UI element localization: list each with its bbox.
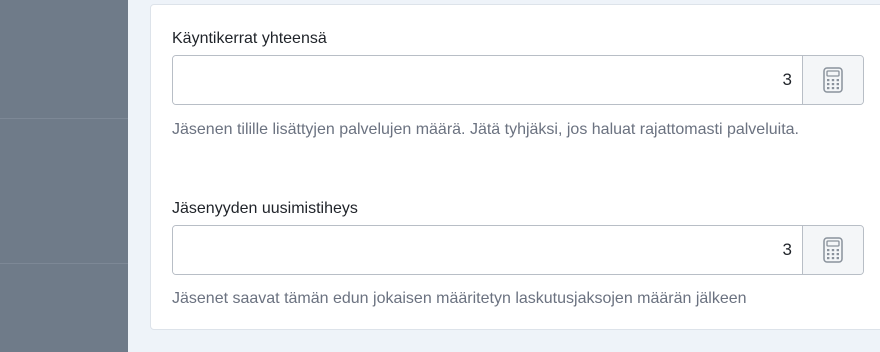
sidebar-divider	[0, 118, 128, 119]
renewal-frequency-label: Jäsenyyden uusimistiheys	[172, 200, 358, 217]
calculator-icon	[823, 237, 843, 263]
renewal-frequency-input[interactable]	[173, 226, 802, 274]
calculator-icon	[823, 67, 843, 93]
visit-count-input-group	[172, 55, 864, 105]
sidebar-divider	[0, 263, 128, 264]
visit-count-help-text: Jäsenen tilille lisättyjen palvelujen mä…	[172, 121, 799, 138]
renewal-frequency-input-group	[172, 225, 864, 275]
sidebar	[0, 0, 128, 352]
renewal-frequency-help-text: Jäsenet saavat tämän edun jokaisen määri…	[172, 290, 747, 307]
main-content: Käyntikerrat yhteensä Jäsenen tilille li…	[128, 0, 880, 352]
visit-count-label: Käyntikerrat yhteensä	[172, 30, 327, 47]
visit-count-input[interactable]	[173, 56, 802, 104]
renewal-frequency-calculator-addon[interactable]	[802, 226, 863, 274]
visit-count-calculator-addon[interactable]	[802, 56, 863, 104]
settings-card: Käyntikerrat yhteensä Jäsenen tilille li…	[150, 4, 880, 330]
